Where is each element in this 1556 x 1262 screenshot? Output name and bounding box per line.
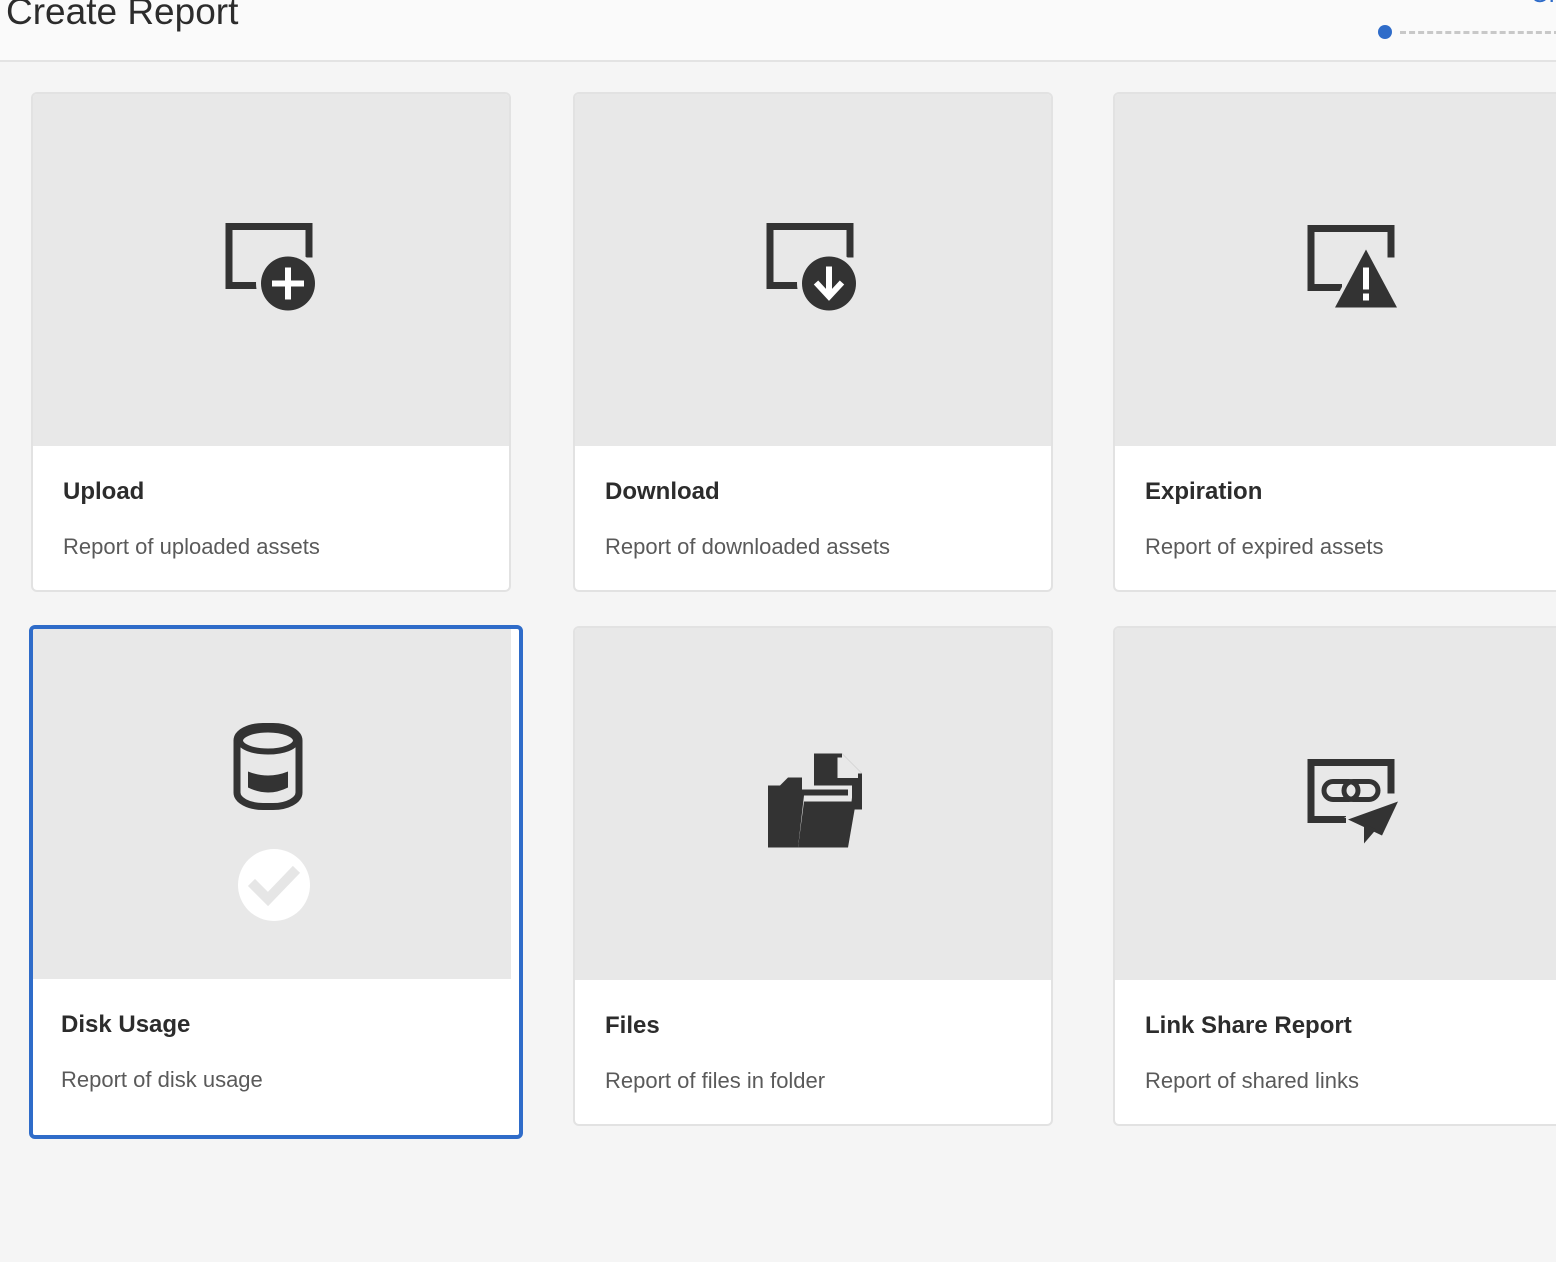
card-thumbnail <box>575 628 1051 980</box>
report-card-expiration[interactable]: Expiration Report of expired assets <box>1113 92 1556 592</box>
card-thumbnail <box>575 94 1051 446</box>
report-card-link-share[interactable]: Link Share Report Report of shared links <box>1113 626 1556 1126</box>
page-header: Create Report Cr <box>0 0 1556 62</box>
wizard-step-indicator-current <box>1378 25 1392 39</box>
report-card-upload[interactable]: Upload Report of uploaded assets <box>31 92 511 592</box>
selected-check-icon <box>238 849 310 921</box>
folder-files-icon <box>764 752 864 857</box>
upload-report-icon <box>224 222 320 319</box>
report-card-download[interactable]: Download Report of downloaded assets <box>573 92 1053 592</box>
card-description: Report of uploaded assets <box>63 534 320 559</box>
card-description: Report of downloaded assets <box>605 534 890 559</box>
card-thumbnail <box>33 629 511 979</box>
report-card-disk-usage[interactable]: Disk Usage Report of disk usage <box>29 625 523 1139</box>
database-icon <box>232 722 304 819</box>
download-report-icon <box>765 222 861 319</box>
card-title: Link Share Report <box>1145 1012 1352 1039</box>
card-description: Report of expired assets <box>1145 534 1384 559</box>
card-title: Disk Usage <box>61 1011 191 1038</box>
card-title: Download <box>605 478 720 505</box>
link-share-icon <box>1306 758 1402 855</box>
card-title: Expiration <box>1145 478 1263 505</box>
card-title: Files <box>605 1012 660 1039</box>
report-card-files[interactable]: Files Report of files in folder <box>573 626 1053 1126</box>
wizard-step-label[interactable]: Cr <box>1530 0 1556 9</box>
card-thumbnail <box>1115 628 1556 980</box>
wizard-step-connector <box>1400 31 1556 34</box>
expiration-warning-icon <box>1306 224 1402 317</box>
card-description: Report of files in folder <box>605 1068 826 1093</box>
card-description: Report of disk usage <box>61 1067 263 1092</box>
page-title: Create Report <box>6 0 239 32</box>
card-title: Upload <box>63 478 145 505</box>
card-thumbnail <box>1115 94 1556 446</box>
card-thumbnail <box>33 94 509 446</box>
card-description: Report of shared links <box>1145 1068 1359 1093</box>
